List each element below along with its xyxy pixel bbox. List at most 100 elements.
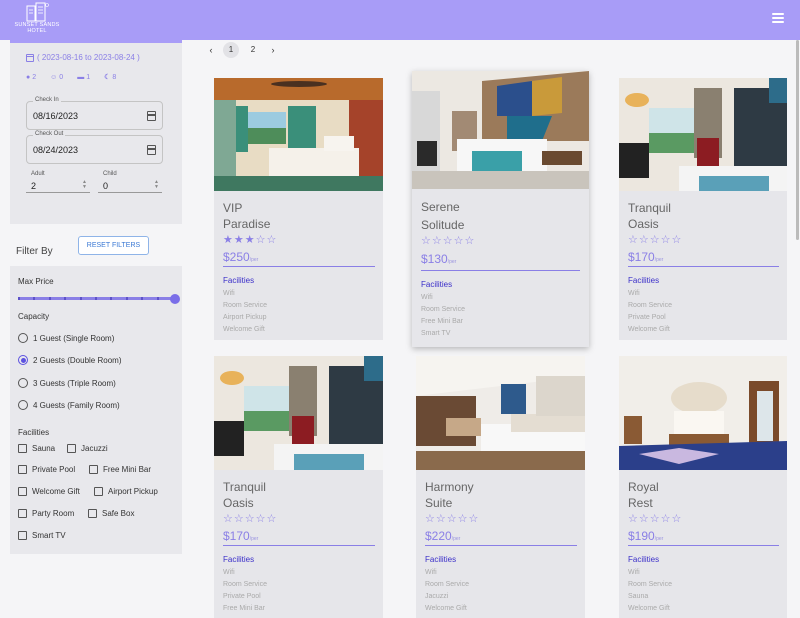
slider-ticks — [18, 297, 174, 300]
divider — [628, 545, 779, 546]
price-unit: /per — [654, 536, 664, 542]
room-card[interactable]: Tranquil Oasis ☆☆☆☆☆ $170/per Facilities… — [214, 356, 383, 618]
check-in-calendar-icon[interactable] — [147, 111, 156, 121]
children-count: 0 — [59, 73, 64, 81]
facility-checkbox-sauna[interactable]: Sauna — [18, 444, 55, 453]
checkbox-icon — [18, 531, 27, 540]
check-out-calendar-icon[interactable] — [147, 145, 156, 155]
price-value: $170 — [223, 529, 250, 543]
room-card[interactable]: Tranquil Oasis ☆☆☆☆☆ $170/per Facilities… — [619, 78, 787, 340]
capacity-option-triple[interactable]: 3 Guests (Triple Room) — [18, 378, 116, 388]
room-card[interactable]: Harmony Suite ☆☆☆☆☆ $220/per Facilities … — [416, 356, 585, 618]
room-photo — [214, 78, 383, 191]
room-card[interactable]: VIP Paradise ★★★☆☆ $250/per Facilities W… — [214, 78, 383, 340]
capacity-option-label: 1 Guest (Single Room) — [33, 333, 115, 343]
adult-spinner-icon[interactable]: ▲ ▼ — [81, 180, 88, 190]
facility-item: Wifi — [223, 569, 235, 576]
facilities-heading: Facilities — [628, 555, 660, 564]
facility-checkbox-welcome-gift[interactable]: Welcome Gift — [18, 487, 80, 496]
star-rating: ☆☆☆☆☆ — [223, 513, 278, 525]
room-name: Tranquil — [628, 201, 671, 215]
capacity-option-double[interactable]: 2 Guests (Double Room) — [18, 355, 121, 365]
child-spinner-icon[interactable]: ▲ ▼ — [153, 180, 160, 190]
room-price: $130/per — [421, 252, 456, 266]
facility-checkbox-party-room[interactable]: Party Room — [18, 509, 74, 518]
facility-checkbox-free-mini-bar[interactable]: Free Mini Bar — [89, 465, 151, 474]
room-card[interactable]: Royal Rest ☆☆☆☆☆ $190/per Facilities Wif… — [619, 356, 787, 618]
rooms-summary: ▬ 1 — [77, 73, 90, 81]
child-icon: ☺ — [50, 73, 58, 81]
price-value: $130 — [421, 252, 448, 266]
radio-icon — [18, 400, 28, 410]
capacity-option-single[interactable]: 1 Guest (Single Room) — [18, 333, 114, 343]
capacity-option-label: 4 Guests (Family Room) — [33, 400, 120, 410]
room-name: VIP — [223, 201, 243, 215]
hotel-logo[interactable]: SUNSET SANDS HOTEL — [12, 2, 62, 38]
room-price: $190/per — [628, 529, 663, 543]
child-label: Child — [103, 171, 117, 177]
page-2-button[interactable]: 2 — [245, 42, 261, 58]
room-photo — [214, 356, 383, 470]
facilities-heading: Facilities — [223, 276, 255, 285]
room-photo — [619, 356, 787, 470]
check-in-field[interactable]: Check In 08/16/2023 — [26, 97, 163, 130]
room-name-line2: Oasis — [628, 217, 659, 231]
nights-count: 8 — [112, 73, 117, 81]
capacity-label: Capacity — [18, 312, 50, 321]
prev-page-icon[interactable]: ‹ — [205, 45, 217, 55]
reset-filters-button[interactable]: RESET FILTERS — [78, 236, 149, 255]
hamburger-menu-icon[interactable] — [772, 13, 784, 25]
checkbox-icon — [18, 487, 27, 496]
price-unit: /per — [654, 257, 664, 263]
facility-item: Welcome Gift — [628, 605, 670, 612]
facilities-heading: Facilities — [421, 280, 453, 289]
adult-stepper[interactable]: Adult 2 ▲ ▼ — [26, 171, 90, 193]
brand-sub: HOTEL — [27, 28, 47, 34]
filter-title: Filter By — [16, 246, 53, 257]
facilities-heading: Facilities — [628, 276, 660, 285]
capacity-option-family[interactable]: 4 Guests (Family Room) — [18, 400, 120, 410]
facility-item: Room Service — [628, 581, 672, 588]
rooms-count: 1 — [86, 73, 91, 81]
capacity-option-label: 2 Guests (Double Room) — [33, 355, 122, 365]
facility-label: Free Mini Bar — [103, 465, 152, 474]
room-name: Serene — [421, 200, 460, 214]
child-stepper[interactable]: Child 0 ▲ ▼ — [98, 171, 162, 193]
adult-value: 2 — [31, 181, 37, 191]
room-name: Royal — [628, 480, 659, 494]
children-summary: ☺ 0 — [50, 73, 63, 81]
page-scrollbar[interactable] — [795, 40, 800, 240]
room-name: Tranquil — [223, 480, 266, 494]
next-page-icon[interactable]: › — [267, 45, 279, 55]
facility-item: Welcome Gift — [223, 326, 265, 333]
calendar-icon — [26, 53, 34, 62]
facility-checkbox-smart-tv[interactable]: Smart TV — [18, 531, 66, 540]
room-name: Harmony — [425, 480, 474, 494]
facility-checkbox-airport-pickup[interactable]: Airport Pickup — [94, 487, 158, 496]
facility-checkbox-safe-box[interactable]: Safe Box — [88, 509, 134, 518]
facility-label: Smart TV — [32, 531, 66, 540]
page-1-button[interactable]: 1 — [223, 42, 239, 58]
room-price: $250/per — [223, 250, 258, 264]
facility-checkbox-jacuzzi[interactable]: Jacuzzi — [67, 444, 108, 453]
star-rating: ★★★☆☆ — [223, 234, 278, 246]
capacity-option-label: 3 Guests (Triple Room) — [33, 378, 116, 388]
star-rating: ☆☆☆☆☆ — [425, 513, 480, 525]
facility-item: Room Service — [223, 581, 267, 588]
adults-summary: ● 2 — [26, 73, 36, 81]
facility-item: Private Pool — [223, 593, 261, 600]
room-card[interactable]: Serene Solitude ☆☆☆☆☆ $130/per Facilitie… — [412, 71, 589, 347]
facility-checkbox-private-pool[interactable]: Private Pool — [18, 465, 75, 474]
price-unit: /per — [447, 259, 457, 265]
facility-item: Sauna — [628, 593, 649, 600]
max-price-slider-thumb[interactable] — [170, 294, 180, 304]
child-value: 0 — [103, 181, 109, 191]
divider — [421, 270, 580, 271]
divider — [223, 266, 375, 267]
check-out-field[interactable]: Check Out 08/24/2023 — [26, 131, 163, 164]
facility-item: Free Mini Bar — [223, 605, 266, 612]
facility-item: Smart TV — [421, 330, 451, 337]
facilities-heading: Facilities — [425, 555, 457, 564]
moon-icon: ☾ — [104, 74, 111, 81]
facility-item: Room Service — [223, 302, 267, 309]
